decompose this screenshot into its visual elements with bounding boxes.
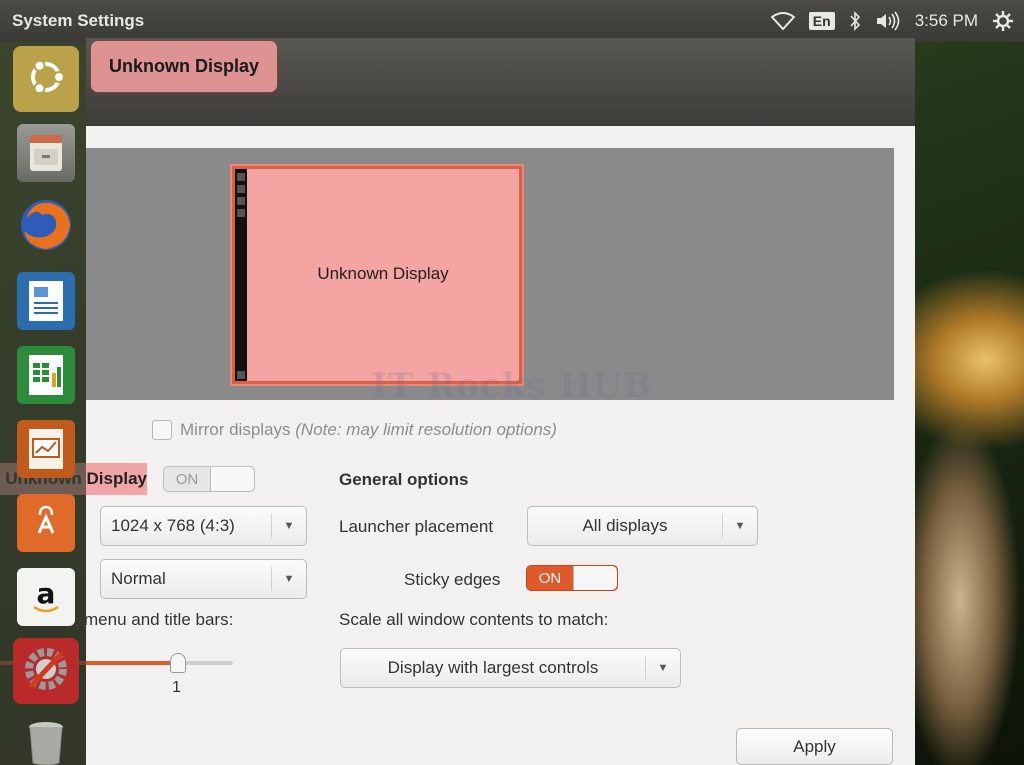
wifi-icon[interactable]	[770, 12, 795, 30]
chevron-down-icon: ▼	[283, 573, 295, 585]
ubuntu-dash-button[interactable]	[13, 46, 79, 112]
file-cabinet-icon	[17, 124, 75, 182]
keyboard-language-indicator[interactable]: En	[808, 12, 835, 30]
impress-launcher-button[interactable]	[13, 416, 79, 482]
scale-menu-label: menu and title bars:	[84, 610, 234, 629]
mirror-displays-label: Mirror displays (Note: may limit resolut…	[180, 420, 557, 439]
app-title: System Settings	[12, 11, 145, 30]
chevron-down-icon: ▼	[734, 520, 746, 532]
clock[interactable]: 3:56 PM	[915, 11, 978, 31]
display-toggle[interactable]: ON	[163, 466, 255, 492]
mirror-note: (Note: may limit resolution options)	[295, 420, 557, 439]
top-panel: System Settings En 3:56 PM	[0, 0, 1024, 42]
amazon-icon: a	[17, 568, 75, 626]
launcher-placement-label: Launcher placement	[339, 517, 494, 536]
settings-gear-icon[interactable]	[992, 10, 1014, 32]
window-header: Unknown Display	[86, 38, 915, 126]
calc-launcher-button[interactable]	[13, 342, 79, 408]
firefox-icon	[18, 197, 74, 257]
system-settings-launcher-button[interactable]	[13, 638, 79, 704]
trash-launcher-button[interactable]	[13, 712, 79, 765]
writer-launcher-button[interactable]	[13, 268, 79, 334]
bluetooth-icon[interactable]	[849, 11, 861, 31]
firefox-launcher-button[interactable]	[13, 194, 79, 260]
breadcrumb-unknown-display[interactable]: Unknown Display	[90, 40, 278, 93]
presentation-icon	[17, 420, 75, 478]
trash-icon	[24, 719, 68, 765]
sticky-edges-toggle-knob	[573, 566, 617, 590]
resolution-select[interactable]: 1024 x 768 (4:3) ▼	[100, 506, 307, 546]
language-badge: En	[808, 12, 835, 30]
launcher: a	[0, 42, 86, 765]
monitor-preview[interactable]: Unknown Display	[232, 166, 522, 384]
indicator-area: En 3:56 PM	[770, 8, 1014, 34]
spreadsheet-icon	[17, 346, 75, 404]
watermark: IT Rocks HUB	[371, 366, 653, 406]
sticky-edges-toggle-label: ON	[538, 569, 562, 587]
scale-all-label: Scale all window contents to match:	[339, 610, 609, 629]
amazon-launcher-button[interactable]: a	[13, 564, 79, 630]
rotation-value: Normal	[111, 569, 166, 588]
writer-document-icon	[17, 272, 75, 330]
scale-slider-handle[interactable]	[170, 653, 186, 673]
settings-window: Unknown Display Unknown Display IT Rocks…	[0, 38, 915, 765]
launcher-placement-value: All displays	[582, 516, 668, 535]
scale-value: 1	[172, 679, 181, 696]
volume-icon[interactable]	[875, 11, 901, 31]
launcher-placement-select[interactable]: All displays ▼	[527, 506, 758, 546]
display-toggle-label: ON	[175, 470, 199, 488]
chevron-down-icon: ▼	[283, 520, 295, 532]
resolution-value: 1024 x 768 (4:3)	[111, 516, 235, 535]
monitor-label: Unknown Display	[317, 264, 449, 283]
sticky-edges-label: Sticky edges	[404, 570, 501, 589]
scale-all-value: Display with largest controls	[387, 658, 599, 677]
display-toggle-knob	[210, 467, 254, 491]
mirror-displays-row[interactable]: Mirror displays (Note: may limit resolut…	[152, 420, 557, 440]
files-launcher-button[interactable]	[13, 120, 79, 186]
svg-text:a: a	[37, 577, 56, 610]
sticky-edges-toggle[interactable]: ON	[526, 565, 618, 591]
mirror-displays-checkbox[interactable]	[152, 420, 172, 440]
shopping-bag-icon	[17, 494, 75, 552]
settings-wrench-icon	[20, 643, 72, 699]
apply-button[interactable]: Apply	[736, 728, 893, 765]
general-options-heading: General options	[339, 470, 469, 489]
software-center-launcher-button[interactable]	[13, 490, 79, 556]
rotation-select[interactable]: Normal ▼	[100, 559, 307, 599]
chevron-down-icon: ▼	[657, 662, 669, 674]
display-arrangement-area[interactable]: Unknown Display IT Rocks HUB	[86, 148, 894, 406]
launcher-strip-preview	[235, 169, 247, 381]
ubuntu-logo-icon	[24, 55, 68, 103]
scale-all-select[interactable]: Display with largest controls ▼	[340, 648, 681, 688]
